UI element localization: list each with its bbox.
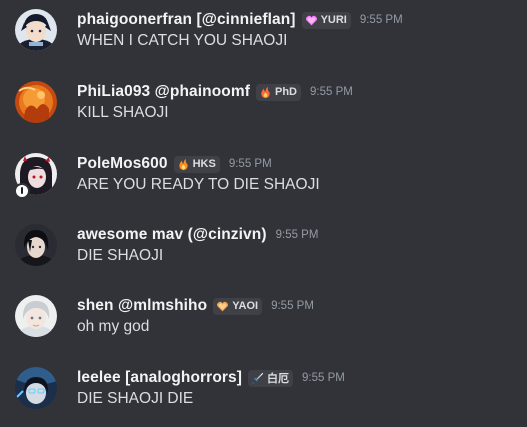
guild-tag-label: YAOI (232, 300, 259, 312)
timestamp[interactable]: 9:55 PM (276, 229, 319, 241)
message-item[interactable]: PoleMos600 HKS 9:55 PM ARE YOU READY TO … (0, 153, 527, 213)
timestamp[interactable]: 9:55 PM (360, 14, 403, 26)
username[interactable]: PhiLia093 @phainoomf (77, 83, 250, 101)
message-header: leelee [analoghorrors] 白厄 9:55 PM (77, 367, 345, 389)
pink-heart-icon (305, 14, 318, 27)
guild-tag[interactable]: PhD (256, 83, 301, 101)
sword-icon (251, 372, 264, 385)
guild-tag-label: YURI (320, 14, 347, 26)
fire-icon (259, 86, 272, 99)
message-header: PoleMos600 HKS 9:55 PM (77, 153, 272, 175)
message-text: oh my god (77, 318, 150, 335)
username[interactable]: awesome mav (@cinzivn) (77, 226, 267, 244)
avatar[interactable] (15, 81, 57, 123)
username[interactable]: PoleMos600 (77, 155, 168, 173)
chat-message-list: phaigoonerfran [@cinnieflan] YURI 9:55 P… (0, 0, 527, 420)
message-item[interactable]: awesome mav (@cinzivn) 9:55 PM DIE SHAOJ… (0, 224, 527, 284)
message-item[interactable]: shen @mlmshiho YAOI 9:55 PM oh my god (0, 295, 527, 355)
guild-tag[interactable]: YURI (301, 11, 351, 29)
message-header: awesome mav (@cinzivn) 9:55 PM (77, 224, 318, 246)
message-item[interactable]: phaigoonerfran [@cinnieflan] YURI 9:55 P… (0, 9, 527, 69)
guild-tag[interactable]: 白厄 (248, 369, 293, 387)
username[interactable]: shen @mlmshiho (77, 297, 207, 315)
avatar[interactable] (15, 367, 57, 409)
message-text: KILL SHAOJI (77, 104, 169, 121)
guild-tag-label: PhD (275, 86, 297, 98)
guild-tag-label: HKS (192, 158, 216, 170)
guild-tag-label: 白厄 (267, 373, 289, 385)
message-text: ARE YOU READY TO DIE SHAOJI (77, 176, 320, 193)
fire-icon (177, 158, 190, 171)
avatar[interactable] (15, 295, 57, 337)
avatar[interactable] (15, 224, 57, 266)
status-indicator (14, 183, 30, 199)
guild-tag[interactable]: YAOI (213, 297, 263, 315)
message-header: PhiLia093 @phainoomf PhD 9:55 PM (77, 81, 353, 103)
message-header: phaigoonerfran [@cinnieflan] YURI 9:55 P… (77, 9, 403, 31)
timestamp[interactable]: 9:55 PM (229, 158, 272, 170)
timestamp[interactable]: 9:55 PM (310, 86, 353, 98)
message-item[interactable]: leelee [analoghorrors] 白厄 9:55 PM DIE SH… (0, 367, 527, 427)
timestamp[interactable]: 9:55 PM (302, 372, 345, 384)
message-text: WHEN I CATCH YOU SHAOJI (77, 32, 288, 49)
guild-tag[interactable]: HKS (173, 155, 220, 173)
avatar[interactable] (15, 9, 57, 51)
timestamp[interactable]: 9:55 PM (271, 300, 314, 312)
username[interactable]: phaigoonerfran [@cinnieflan] (77, 11, 296, 29)
message-text: DIE SHAOJI (77, 247, 164, 264)
orange-heart-icon (216, 300, 229, 313)
message-text: DIE SHAOJI DIE (77, 390, 194, 407)
message-item[interactable]: PhiLia093 @phainoomf PhD 9:55 PM KILL SH… (0, 81, 527, 141)
username[interactable]: leelee [analoghorrors] (77, 369, 242, 387)
message-header: shen @mlmshiho YAOI 9:55 PM (77, 295, 314, 317)
